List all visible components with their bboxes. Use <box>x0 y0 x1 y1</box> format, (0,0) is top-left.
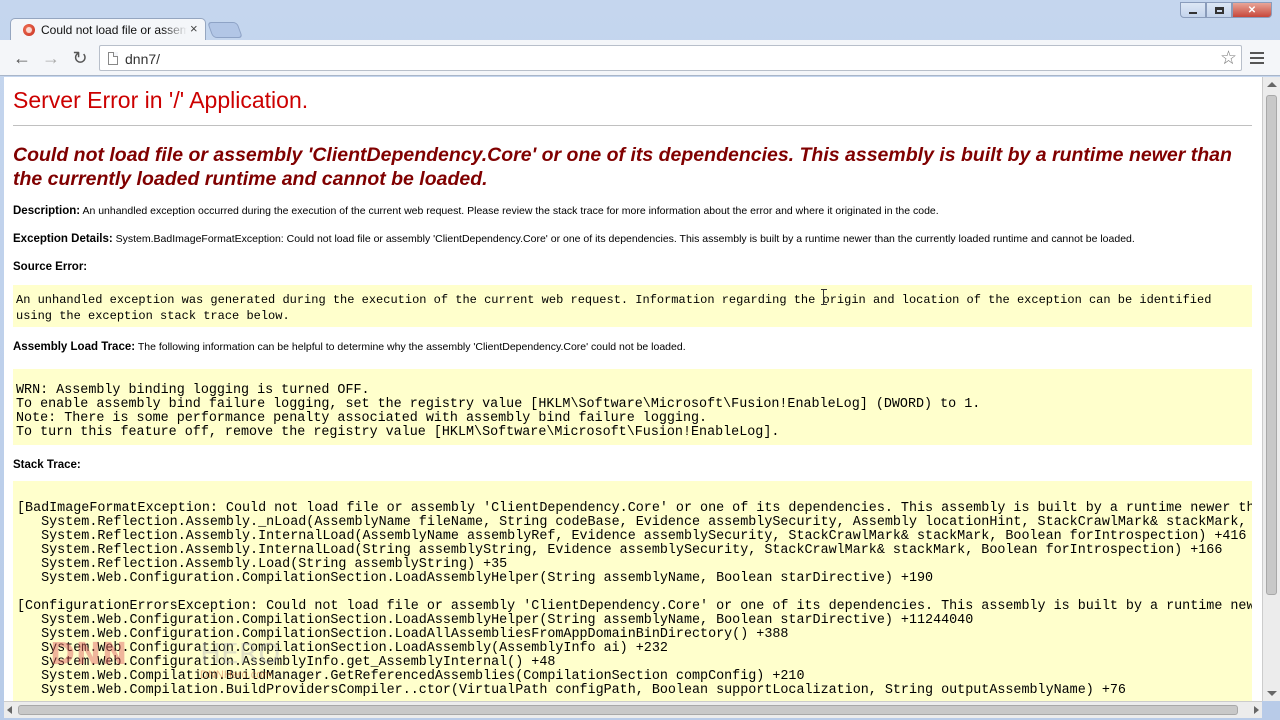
assembly-trace-box: WRN: Assembly binding logging is turned … <box>13 369 1252 445</box>
assembly-load-trace-text: The following information can be helpful… <box>137 341 686 353</box>
close-window-button[interactable]: ✕ <box>1232 2 1272 18</box>
tab-title: Could not load file or assembly <box>41 23 187 37</box>
horizontal-scroll-thumb[interactable] <box>18 705 1238 715</box>
menu-icon[interactable] <box>1250 52 1264 67</box>
exception-details-label: Exception Details: <box>13 233 113 245</box>
maximize-icon <box>1214 6 1224 14</box>
page-viewport: Server Error in '/' Application. Could n… <box>4 77 1262 701</box>
vertical-scroll-thumb[interactable] <box>1266 95 1277 595</box>
reload-icon: ↻ <box>72 48 88 68</box>
error-message: Could not load file or assembly 'ClientD… <box>13 144 1232 190</box>
source-error-label: Source Error: <box>13 261 88 273</box>
star-icon[interactable]: ☆ <box>1220 47 1237 70</box>
address-text[interactable]: dnn7/ <box>125 51 160 67</box>
assembly-load-trace-label: Assembly Load Trace: <box>13 341 136 353</box>
source-error-box: An unhandled exception was generated dur… <box>13 285 1252 327</box>
close-icon: ✕ <box>1247 4 1257 16</box>
maximize-button[interactable] <box>1206 2 1232 18</box>
exception-details-row: Exception Details: System.BadImageFormat… <box>13 233 1135 245</box>
back-arrow-icon: ← <box>13 48 31 68</box>
exception-details-text: System.BadImageFormatException: Could no… <box>115 233 1135 245</box>
assembly-trace-text: WRN: Assembly binding logging is turned … <box>16 383 981 440</box>
browser-tab[interactable]: Could not load file or assembly × <box>10 18 206 42</box>
source-error-text: An unhandled exception was generated dur… <box>16 293 1212 323</box>
reload-button[interactable]: ↻ <box>68 46 92 70</box>
description-text: An unhandled exception occurred during t… <box>82 205 939 217</box>
page-title: Server Error in '/' Application. <box>13 87 309 113</box>
browser-toolbar: ← → ↻ dnn7/ ☆ <box>0 40 1280 76</box>
minimize-button[interactable] <box>1180 2 1206 18</box>
text-cursor-icon <box>821 289 827 305</box>
new-tab-button[interactable] <box>207 22 243 38</box>
source-error-row: Source Error: <box>13 261 87 273</box>
tab-close-icon[interactable]: × <box>190 21 198 36</box>
vertical-scrollbar[interactable] <box>1262 77 1280 701</box>
back-button[interactable]: ← <box>10 46 34 70</box>
description-label: Description: <box>13 205 81 217</box>
stack-trace-label: Stack Trace: <box>13 459 81 471</box>
divider <box>13 125 1252 126</box>
address-bar[interactable]: dnn7/ ☆ <box>99 45 1242 71</box>
assembly-load-trace-row: Assembly Load Trace: The following infor… <box>13 341 686 353</box>
stack-trace-text: [BadImageFormatException: Could not load… <box>17 501 1252 698</box>
window-controls: ✕ <box>1180 2 1272 18</box>
forward-button[interactable]: → <box>39 46 63 70</box>
stack-trace-box: [BadImageFormatException: Could not load… <box>13 481 1252 701</box>
browser-window: Could not load file or assembly × ✕ ← → … <box>0 0 1280 720</box>
scroll-down-icon[interactable] <box>1267 691 1277 696</box>
page-icon <box>108 52 118 65</box>
description-row: Description: An unhandled exception occu… <box>13 205 939 217</box>
tab-strip: Could not load file or assembly × ✕ <box>0 0 1280 42</box>
scroll-left-icon[interactable] <box>7 706 12 714</box>
minimize-icon <box>1189 11 1197 14</box>
scroll-up-icon[interactable] <box>1267 82 1277 87</box>
forward-arrow-icon: → <box>42 48 60 68</box>
horizontal-scrollbar[interactable] <box>4 701 1262 718</box>
stack-trace-row: Stack Trace: <box>13 459 81 471</box>
favicon-icon <box>23 24 35 36</box>
scroll-right-icon[interactable] <box>1254 706 1259 714</box>
